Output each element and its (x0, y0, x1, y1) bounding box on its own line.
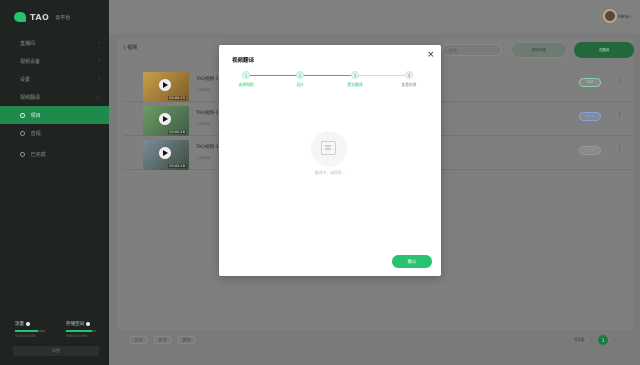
video-thumbnail[interactable]: 00:00:15 (143, 72, 189, 102)
step-2: 2 设计 (280, 71, 320, 88)
info-icon (26, 322, 30, 326)
sidebar-subitem-audio[interactable]: 音视 (0, 124, 109, 142)
video-title: TAO视频-1 (196, 77, 219, 82)
check-circle-icon (20, 151, 25, 157)
empty-state-text: 翻译中，请稍等... (314, 170, 346, 175)
step-label: 设计 (296, 82, 304, 87)
step-1: 1 选择视频 (226, 71, 266, 88)
top-bar (109, 0, 640, 34)
breadcrumb: | 视频 (124, 45, 138, 51)
sidebar-subitem-projects[interactable]: 项目 (0, 106, 109, 124)
sidebar: TAO 云平台 直播间 › 视频设备 › 设置 › 视频翻译 ⌄ 项目 音视 已… (0, 0, 109, 365)
quota-bar (15, 330, 45, 332)
status-badge: 待审 (579, 78, 601, 87)
project-icon (20, 112, 25, 118)
confirm-button[interactable]: 确认 (392, 255, 432, 268)
video-title: TAO视频-2 (196, 111, 219, 116)
video-duration: 00:00:18 (168, 164, 186, 168)
status-badge: 已完成 (579, 146, 601, 155)
quota-label: 流量 (15, 322, 24, 327)
play-icon[interactable] (159, 147, 171, 159)
document-icon (311, 131, 347, 167)
pagination-total: 共3条 (574, 337, 585, 342)
sidebar-item-video-translate[interactable]: 视频翻译 ⌄ (0, 88, 109, 106)
sidebar-item-devices[interactable]: 视频设备 › (0, 52, 109, 70)
close-icon[interactable]: × (427, 51, 435, 60)
logo: TAO 云平台 (0, 0, 109, 34)
quota-value: 0GB/100GB (15, 334, 36, 338)
status-badge: 待审中 (579, 112, 601, 121)
video-translate-modal: 视频翻译 × 1 选择视频 2 设计 3 提交翻译 4 查看结果 翻译中，请稍等… (219, 45, 441, 276)
video-thumbnail[interactable]: 00:00:18 (143, 140, 189, 170)
quota-bar-fill (66, 330, 92, 332)
quota-bar-fill (15, 330, 38, 332)
play-icon[interactable] (159, 79, 171, 91)
more-icon[interactable]: ⋮ (616, 77, 623, 85)
select-all-button[interactable]: 全选 (130, 336, 147, 344)
step-3: 3 提交翻译 (335, 71, 375, 88)
page-button-current[interactable]: 1 (598, 335, 609, 345)
logo-icon (14, 12, 26, 22)
sidebar-subitem-label: 音视 (30, 130, 41, 137)
sidebar-item-label: 设置 (20, 76, 31, 83)
play-icon[interactable] (159, 113, 171, 125)
sidebar-item-label: 视频翻译 (20, 94, 41, 101)
chevron-right-icon: › (98, 40, 100, 46)
bulk-actions: 全选 取消 删除 (130, 336, 195, 344)
quota-bar (66, 330, 96, 332)
step-number: 4 (405, 71, 413, 79)
prev-page-icon[interactable]: ‹ (591, 338, 593, 343)
sidebar-item-live[interactable]: 直播间 › (0, 34, 109, 52)
sidebar-item-settings[interactable]: 设置 › (0, 70, 109, 88)
sidebar-item-label: 直播间 (20, 40, 36, 47)
sidebar-item-label: 视频设备 (20, 58, 41, 65)
sidebar-subitem-completed[interactable]: 已完成 (0, 145, 109, 163)
video-subtitle: 上传时间 (196, 156, 210, 160)
logo-text: TAO (30, 12, 50, 22)
step-number: 2 (296, 71, 304, 79)
quota-traffic: 流量 0GB/100GB (15, 321, 55, 338)
chevron-right-icon: › (98, 58, 100, 64)
step-4: 4 查看结果 (389, 71, 429, 88)
step-label: 查看结果 (401, 82, 417, 87)
info-icon (86, 322, 90, 326)
sidebar-subitem-label: 已完成 (30, 151, 46, 158)
cancel-button[interactable]: 取消 (154, 336, 171, 344)
video-duration: 00:00:15 (168, 96, 186, 100)
quota-label: 存储空间 (66, 322, 84, 327)
user-name[interactable]: Admin (618, 14, 631, 19)
video-title: TAO视频-3 (196, 145, 219, 150)
step-label: 提交翻译 (347, 82, 363, 87)
more-icon[interactable]: ⋮ (616, 111, 623, 119)
video-subtitle: 上传时间 (196, 122, 210, 126)
pagination: 共3条 ‹ 1 › (574, 335, 616, 345)
step-number: 1 (242, 71, 250, 79)
renew-button[interactable]: 续费 (13, 346, 99, 356)
translate-settings-button[interactable]: 翻译设置 (511, 42, 567, 58)
step-label: 选择视频 (238, 82, 254, 87)
quota-storage: 存储空间 0MB/100MB (66, 321, 106, 338)
go-translate-button[interactable]: 去翻译 (574, 42, 634, 58)
more-icon[interactable]: ⋮ (616, 145, 623, 153)
chevron-right-icon: › (98, 76, 100, 82)
quota-value: 0MB/100MB (66, 334, 87, 338)
next-page-icon[interactable]: › (614, 338, 616, 343)
chevron-down-icon: ⌄ (95, 94, 100, 100)
delete-button[interactable]: 删除 (178, 336, 195, 344)
audio-icon (20, 130, 25, 136)
avatar[interactable] (603, 9, 617, 23)
video-duration: 00:00:16 (168, 130, 186, 134)
video-subtitle: 上传时间 (196, 88, 210, 92)
sidebar-subitem-label: 项目 (30, 112, 41, 119)
step-number: 3 (351, 71, 359, 79)
logo-subtitle: 云平台 (55, 14, 71, 21)
video-thumbnail[interactable]: 00:00:16 (143, 106, 189, 136)
modal-title: 视频翻译 (232, 58, 255, 64)
search-input[interactable]: 搜索 (442, 44, 502, 56)
